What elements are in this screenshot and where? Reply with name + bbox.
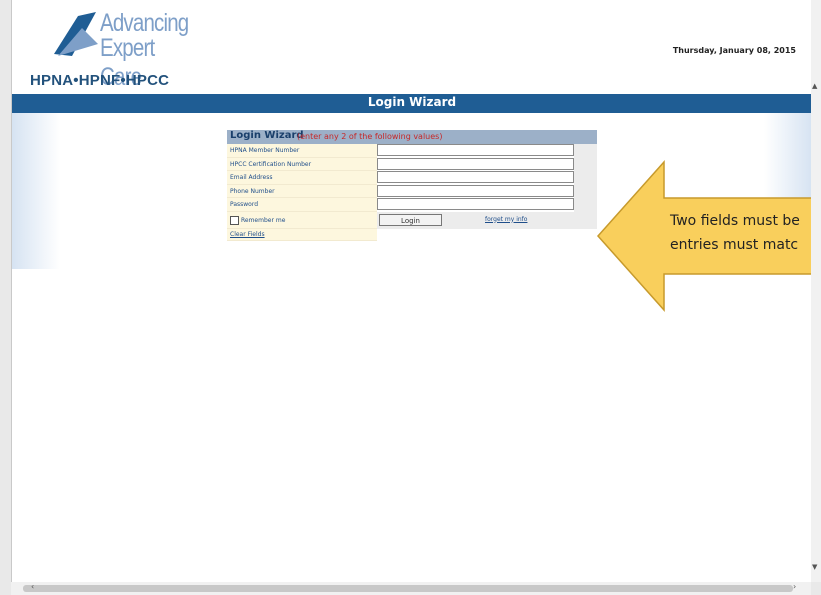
- email-label: Email Address: [227, 171, 377, 185]
- vertical-scrollbar[interactable]: ▲ ▼: [811, 0, 821, 582]
- member-number-label: HPNA Member Number: [227, 144, 377, 158]
- remember-me-label[interactable]: Remember me: [241, 212, 285, 229]
- field-row-phone: Phone Number: [227, 184, 597, 198]
- browser-viewport: Advancing Expert Care HPNA•HPNF•HPCC Thu…: [11, 0, 813, 582]
- clear-fields-link[interactable]: Clear Fields: [230, 230, 265, 240]
- title-bar: Login Wizard: [12, 94, 812, 113]
- member-number-input[interactable]: [377, 144, 574, 156]
- callout-text: Two fields must be entries must matc: [670, 209, 800, 257]
- phone-input[interactable]: [377, 184, 574, 197]
- scroll-down-icon[interactable]: ▼: [812, 563, 817, 571]
- title-bar-text: Login Wizard: [367, 95, 457, 109]
- logo-swoosh-icon: [54, 12, 98, 56]
- horizontal-scroll-thumb[interactable]: [23, 585, 793, 592]
- field-row-email: Email Address: [227, 171, 597, 185]
- scroll-up-icon[interactable]: ▲: [812, 82, 817, 90]
- left-gradient: [12, 113, 60, 269]
- logo-organizations: HPNA•HPNF•HPCC: [30, 72, 170, 89]
- field-row-password: Password: [227, 198, 597, 212]
- login-panel: Login Wizard (enter any 2 of the followi…: [227, 130, 597, 241]
- clear-row: Clear Fields: [227, 228, 597, 241]
- horizontal-scrollbar[interactable]: ‹ ›: [11, 582, 811, 595]
- remember-me-checkbox[interactable]: [230, 215, 239, 225]
- certification-number-label: HPCC Certification Number: [227, 157, 377, 171]
- email-input[interactable]: [377, 171, 574, 183]
- password-input[interactable]: [377, 198, 574, 210]
- callout-line2: entries must matc: [670, 237, 799, 253]
- logo: Advancing Expert Care HPNA•HPNF•HPCC: [24, 8, 214, 91]
- field-row-member-number: HPNA Member Number: [227, 144, 597, 158]
- forget-my-info-link[interactable]: forget my info: [485, 216, 527, 223]
- login-panel-title: Login Wizard: [230, 130, 304, 141]
- scroll-left-icon[interactable]: ‹: [31, 582, 34, 591]
- login-panel-header: Login Wizard (enter any 2 of the followi…: [227, 130, 597, 144]
- password-label: Password: [227, 198, 377, 212]
- scroll-right-icon[interactable]: ›: [793, 582, 796, 591]
- actions-row: Remember me Login forget my info: [227, 211, 597, 229]
- current-date: Thursday, January 08, 2015: [672, 46, 796, 55]
- field-row-certification-number: HPCC Certification Number: [227, 157, 597, 171]
- certification-number-input[interactable]: [377, 157, 574, 170]
- login-panel-instructions: (enter any 2 of the following values): [297, 132, 443, 141]
- phone-label: Phone Number: [227, 184, 377, 198]
- callout-line1: Two fields must be: [670, 213, 800, 229]
- login-button[interactable]: Login: [379, 213, 442, 226]
